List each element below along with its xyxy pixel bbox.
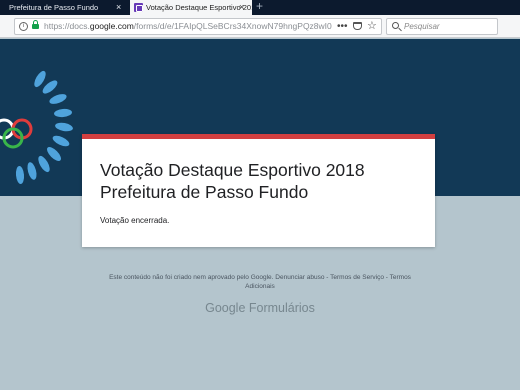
search-input[interactable]: Pesquisar (386, 18, 498, 35)
google-wordmark: Google (205, 301, 246, 315)
tab-strip: Prefeitura de Passo Fundo × Votação Dest… (0, 0, 520, 15)
google-forms-logo[interactable]: Google Formulários (100, 301, 420, 315)
navigation-bar: i https://docs.google.com/forms/d/e/1FAI… (0, 15, 520, 38)
tab-label: Prefeitura de Passo Fundo (9, 3, 99, 12)
tab-label: Votação Destaque Esportivo 2018 (146, 3, 252, 12)
olympic-laurel-logo (0, 70, 73, 184)
terms-link[interactable]: Termos de Serviço (330, 274, 384, 281)
new-tab-button[interactable]: + (256, 0, 263, 14)
close-icon[interactable]: × (239, 0, 244, 15)
page-actions-icon[interactable]: ••• (337, 19, 348, 34)
address-bar[interactable]: i https://docs.google.com/forms/d/e/1FAI… (14, 18, 382, 35)
tab-prefeitura[interactable]: Prefeitura de Passo Fundo × (0, 0, 129, 15)
forms-wordmark: Formulários (248, 301, 315, 315)
form-closed-message: Votação encerrada. (100, 216, 170, 225)
bookmark-star-icon[interactable]: ☆ (367, 19, 377, 34)
disclaimer-text: Este conteúdo não foi criado nem aprovad… (109, 274, 274, 281)
pocket-icon[interactable] (353, 22, 362, 30)
info-icon[interactable]: i (19, 22, 28, 31)
report-abuse-link[interactable]: Denunciar abuso (275, 274, 324, 281)
footer-disclaimer: Este conteúdo não foi criado nem aprovad… (109, 274, 411, 290)
url-text[interactable]: https://docs.google.com/forms/d/e/1FAIpQ… (44, 19, 332, 34)
form-title: Votação Destaque Esportivo 2018 Prefeitu… (100, 160, 365, 202)
lock-icon[interactable] (32, 20, 39, 29)
google-forms-favicon-icon (134, 3, 143, 12)
close-icon[interactable]: × (116, 0, 121, 15)
form-card: Votação Destaque Esportivo 2018 Prefeitu… (82, 134, 435, 247)
search-icon (392, 22, 399, 29)
search-placeholder: Pesquisar (404, 22, 440, 31)
tab-votacao[interactable]: Votação Destaque Esportivo 2018 × (130, 0, 252, 15)
